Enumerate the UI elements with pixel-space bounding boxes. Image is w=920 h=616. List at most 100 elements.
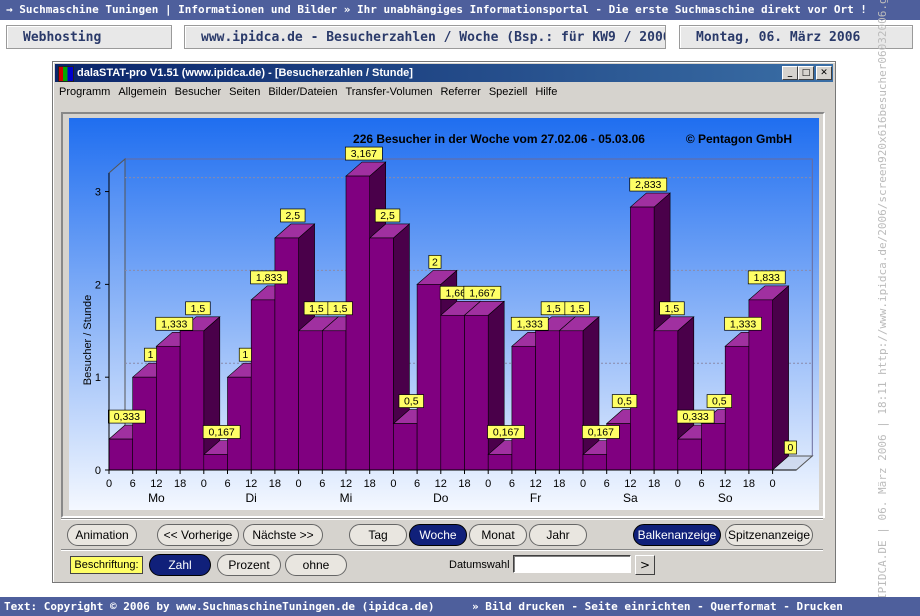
menu-referrer[interactable]: Referrer [436, 83, 484, 101]
info-page-title: www.ipidca.de - Besucherzahlen / Woche (… [184, 25, 666, 49]
bar [677, 438, 702, 471]
x-tick-label: 6 [698, 478, 704, 490]
print-links[interactable]: » Bild drucken - Seite einrichten - Quer… [472, 597, 843, 616]
menu-speziell[interactable]: Speziell [485, 83, 532, 101]
maximize-button[interactable]: □ [798, 66, 814, 80]
data-label: 1,333 [517, 318, 543, 330]
day-label: Sa [623, 491, 638, 505]
app-icon [58, 66, 74, 82]
data-label: 1,5 [333, 303, 348, 315]
app-window: dalaSTAT-pro V1.51 (www.ipidca.de) - [Be… [52, 61, 836, 583]
window-titlebar[interactable]: dalaSTAT-pro V1.51 (www.ipidca.de) - [Be… [55, 64, 833, 82]
menu-transfer-volumen[interactable]: Transfer-Volumen [341, 83, 436, 101]
x-tick-label: 6 [414, 478, 420, 490]
info-page-title-text: www.ipidca.de - Besucherzahlen / Woche (… [201, 30, 666, 45]
x-tick-label: 18 [269, 478, 281, 490]
data-label: 0,167 [588, 427, 614, 439]
x-tick-label: 12 [340, 478, 352, 490]
data-label: 1 [242, 349, 248, 361]
date-select-label: Datumswahl [449, 559, 510, 571]
close-button[interactable]: ✕ [816, 66, 832, 80]
menu-programm[interactable]: Programm [55, 83, 114, 101]
data-label: 0,167 [209, 427, 235, 439]
y-tick-label: 3 [95, 187, 101, 199]
x-tick-label: 18 [743, 478, 755, 490]
bar-view-button[interactable]: Balkenanzeige [633, 524, 721, 546]
label-percent-button[interactable]: Prozent [217, 554, 281, 576]
menu-bar: Programm Allgemein Besucher Seiten Bilder/Da… [55, 83, 833, 101]
next-button[interactable]: Nächste >> [243, 524, 323, 546]
bar [156, 345, 181, 471]
bar [250, 299, 276, 471]
data-label: 2,833 [635, 179, 661, 191]
bar [535, 330, 560, 471]
data-label: 2,5 [380, 210, 395, 222]
x-tick-label: 18 [364, 478, 376, 490]
x-tick-label: 6 [224, 478, 230, 490]
bar [701, 423, 726, 471]
bar [582, 454, 608, 471]
day-label: Mo [148, 491, 165, 505]
x-tick-label: 6 [319, 478, 325, 490]
label-none-button[interactable]: ohne [285, 554, 347, 576]
menu-bilder-dateien[interactable]: Bilder/Dateien [264, 83, 341, 101]
data-label: 0,333 [114, 411, 140, 423]
x-tick-label: 0 [580, 478, 586, 490]
x-tick-label: 12 [245, 478, 257, 490]
x-tick-label: 18 [174, 478, 186, 490]
x-tick-label: 12 [529, 478, 541, 490]
day-label: Di [246, 491, 257, 505]
bar [487, 454, 513, 471]
bar [440, 314, 465, 471]
bar [653, 330, 679, 471]
divider-2 [61, 549, 823, 551]
label-number-button[interactable]: Zahl [149, 554, 211, 576]
x-tick-label: 18 [648, 478, 660, 490]
bar [298, 330, 323, 471]
menu-allgemein[interactable]: Allgemein [114, 83, 170, 101]
day-label: Do [433, 491, 449, 505]
copyright-text: Text: Copyright © 2006 by www.Suchmaschi… [4, 600, 435, 613]
previous-button[interactable]: << Vorherige [157, 524, 239, 546]
x-tick-label: 12 [150, 478, 162, 490]
data-label: 1,833 [256, 272, 282, 284]
window-title: dalaSTAT-pro V1.51 (www.ipidca.de) - [Be… [77, 67, 413, 79]
data-label: 0,5 [404, 396, 419, 408]
tab-jahr[interactable]: Jahr [529, 524, 587, 546]
bar [416, 284, 442, 471]
x-tick-label: 12 [624, 478, 636, 490]
y-tick-label: 2 [95, 279, 101, 291]
data-label: 1,5 [191, 303, 206, 315]
data-label: 0,5 [617, 396, 632, 408]
tab-woche[interactable]: Woche [409, 524, 467, 546]
info-webhosting: Webhosting [6, 25, 172, 49]
date-input[interactable] [513, 555, 631, 573]
bar [345, 175, 371, 471]
x-tick-label: 18 [553, 478, 565, 490]
tab-tag[interactable]: Tag [349, 524, 407, 546]
bar [132, 376, 157, 471]
data-label: 1,5 [570, 303, 585, 315]
labeling-label: Beschriftung: [70, 556, 143, 574]
bar [558, 330, 584, 471]
minimize-button[interactable]: _ [782, 66, 798, 80]
animation-button[interactable]: Animation [67, 524, 137, 546]
bar [203, 454, 228, 471]
chart-title: 226 Besucher in der Woche vom 27.02.06 -… [353, 132, 645, 146]
y-tick-label: 0 [95, 465, 101, 477]
bar [393, 423, 418, 471]
data-label: 0 [788, 442, 794, 454]
menu-besucher[interactable]: Besucher [171, 83, 225, 101]
data-label: 1,833 [754, 272, 780, 284]
tab-monat[interactable]: Monat [469, 524, 527, 546]
menu-hilfe[interactable]: Hilfe [531, 83, 561, 101]
peak-view-button[interactable]: Spitzenanzeige [725, 524, 813, 546]
bar [179, 330, 205, 471]
x-tick-label: 0 [675, 478, 681, 490]
date-select-button[interactable]: > [635, 555, 655, 575]
x-tick-label: 0 [390, 478, 396, 490]
menu-seiten[interactable]: Seiten [225, 83, 264, 101]
bottom-banner: Text: Copyright © 2006 by www.Suchmaschi… [0, 597, 920, 616]
side-caption: IPIDCA.DE | 06. März 2006 | 18:11 http:/… [876, 0, 889, 600]
data-label: 1,333 [730, 318, 756, 330]
